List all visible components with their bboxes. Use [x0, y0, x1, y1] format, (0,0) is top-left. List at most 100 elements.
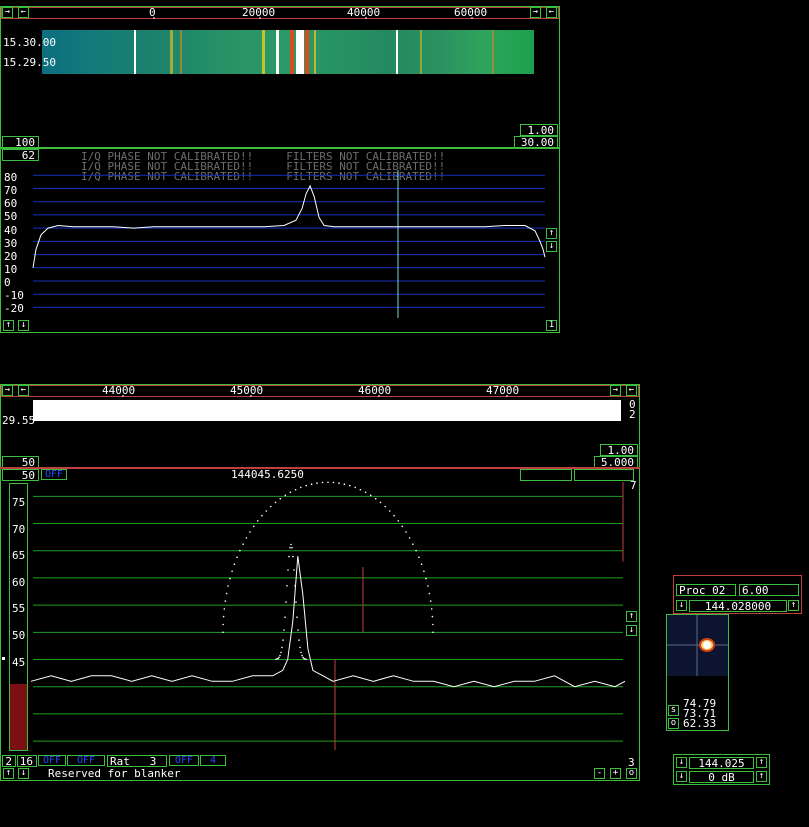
- filter-shape-dot: [242, 543, 244, 545]
- top-divider: [0, 147, 560, 149]
- filter-shape-dot: [369, 494, 372, 497]
- filter-shape-dot: [233, 563, 236, 565]
- top-y-tick: -20: [4, 302, 24, 315]
- filter-shape-dot: [316, 482, 318, 484]
- rat-box[interactable]: Rat 3: [107, 755, 167, 767]
- bottom-spectrum-plot[interactable]: [30, 480, 626, 752]
- top-y-tick: 10: [4, 263, 18, 276]
- o-button[interactable]: o: [626, 768, 637, 779]
- filter-shape-dot: [415, 549, 417, 552]
- filter-shape-dot: [279, 497, 282, 500]
- filter-shape-dot: [261, 514, 263, 517]
- center-filter-dot: [305, 658, 307, 661]
- filter-shape-dot: [294, 488, 297, 491]
- center-filter-dot: [287, 569, 289, 571]
- level-marker: [2, 657, 5, 660]
- top-y-tick: 0: [4, 276, 11, 289]
- center-filter-dot: [292, 555, 294, 558]
- filter-shape-dot: [284, 494, 287, 497]
- channel-box[interactable]: 2: [2, 755, 16, 767]
- top-y-tick: 40: [4, 224, 18, 237]
- field-box[interactable]: 4: [200, 755, 226, 766]
- bottom-gain-box[interactable]: 1.00: [600, 444, 638, 456]
- filter-shape-dot: [321, 481, 324, 484]
- bottom-waterfall-time: 29.55: [2, 414, 36, 427]
- top-spectrum-down-arrow[interactable]: ↓: [546, 241, 557, 252]
- proc-value-box[interactable]: 6.00: [739, 584, 799, 596]
- filter-shape-dot: [401, 525, 404, 528]
- filter-shape-dot: [349, 484, 351, 487]
- bottom-right-digit: 2: [629, 408, 636, 421]
- top-y-tick: 50: [4, 210, 18, 223]
- center-filter-dot: [281, 646, 283, 649]
- top-bottom-up-arrow[interactable]: ↑: [3, 320, 14, 331]
- filter-shape-dot: [310, 483, 313, 485]
- top-bottom-right-box[interactable]: 1: [546, 320, 557, 331]
- proc-label-box[interactable]: Proc 02: [676, 584, 736, 596]
- tune-gain-up[interactable]: ↑: [756, 771, 767, 782]
- filter-shape-dot: [222, 631, 224, 634]
- filter-shape-dot: [223, 608, 226, 610]
- top-bottom-down-arrow[interactable]: ↓: [18, 320, 29, 331]
- filter-shape-dot: [431, 615, 434, 618]
- center-filter-dot: [295, 601, 297, 603]
- top-spectrum-up-arrow[interactable]: ↑: [546, 228, 557, 239]
- off-toggle[interactable]: OFF: [38, 755, 66, 766]
- bottom-off-toggle[interactable]: OFF: [41, 469, 67, 480]
- filter-shape-dot: [222, 623, 224, 626]
- proc-down-arrow[interactable]: ↓: [676, 600, 687, 611]
- top-spectrum-line: [32, 184, 546, 268]
- waterfall-time-label: 15.29.50: [3, 56, 56, 69]
- top-y-tick: 30: [4, 237, 18, 250]
- minus-button[interactable]: -: [594, 768, 605, 779]
- top-spectrum-plot[interactable]: [32, 170, 546, 318]
- bottom-up-arrow[interactable]: ↑: [3, 768, 14, 779]
- bottom-waterfall[interactable]: [33, 400, 621, 421]
- center-filter-dot: [300, 651, 302, 654]
- right-digit: 3: [628, 756, 635, 769]
- center-filter-dot: [291, 546, 293, 549]
- bottom-spectrum-up-arrow[interactable]: ↑: [626, 611, 637, 622]
- top-axis-tickmarks: [153, 17, 473, 19]
- top-y-tick: -10: [4, 289, 24, 302]
- filter-shape-dot: [432, 631, 434, 634]
- center-frequency: 144045.6250: [231, 468, 304, 481]
- plus-button[interactable]: +: [610, 768, 621, 779]
- bottom-axis-tickmarks: [122, 395, 508, 397]
- top-y-tick: 20: [4, 250, 18, 263]
- center-filter-dot: [282, 639, 284, 641]
- off-toggle[interactable]: OFF: [169, 755, 199, 766]
- proc-up-arrow[interactable]: ↑: [788, 600, 799, 611]
- proc-freq-box[interactable]: 144.028000: [689, 600, 787, 612]
- off-toggle[interactable]: OFF: [67, 755, 105, 766]
- filter-shape-dot: [305, 484, 308, 487]
- filter-shape-dot: [332, 481, 335, 484]
- filter-shape-dot: [428, 592, 431, 595]
- tune-freq-down[interactable]: ↓: [676, 757, 687, 768]
- tune-gain-down[interactable]: ↓: [676, 771, 687, 782]
- filter-shape-dot: [256, 520, 259, 522]
- center-filter-dot: [280, 651, 282, 654]
- filter-shape-dot: [405, 531, 407, 533]
- bottom-right-top-digit: 7: [630, 479, 637, 492]
- s-meter-reading: 62.33: [683, 717, 717, 730]
- top-gain-box[interactable]: 1.00: [520, 124, 558, 136]
- bottom-down-arrow[interactable]: ↓: [18, 768, 29, 779]
- tune-freq-up[interactable]: ↑: [756, 757, 767, 768]
- channel-box[interactable]: 16: [17, 755, 37, 767]
- tune-freq-box[interactable]: 144.025: [689, 757, 754, 769]
- top-spectrum-box[interactable]: 62: [2, 149, 39, 161]
- s-label-box[interactable]: s: [668, 705, 679, 716]
- bottom-spectrum-down-arrow[interactable]: ↓: [626, 625, 637, 636]
- filter-shape-dot: [343, 483, 346, 485]
- o-label-box[interactable]: o: [668, 718, 679, 729]
- tune-gain-box[interactable]: 0 dB: [689, 771, 754, 783]
- filter-shape-dot: [227, 585, 229, 587]
- center-filter-dot: [283, 629, 285, 631]
- filter-shape-dot: [359, 488, 362, 491]
- top-waterfall-lines: [134, 30, 494, 74]
- filter-shape-dot: [231, 570, 233, 573]
- filter-shape-dot: [270, 505, 272, 508]
- filter-shape-dot: [397, 520, 400, 522]
- filter-shape-dot: [430, 608, 433, 610]
